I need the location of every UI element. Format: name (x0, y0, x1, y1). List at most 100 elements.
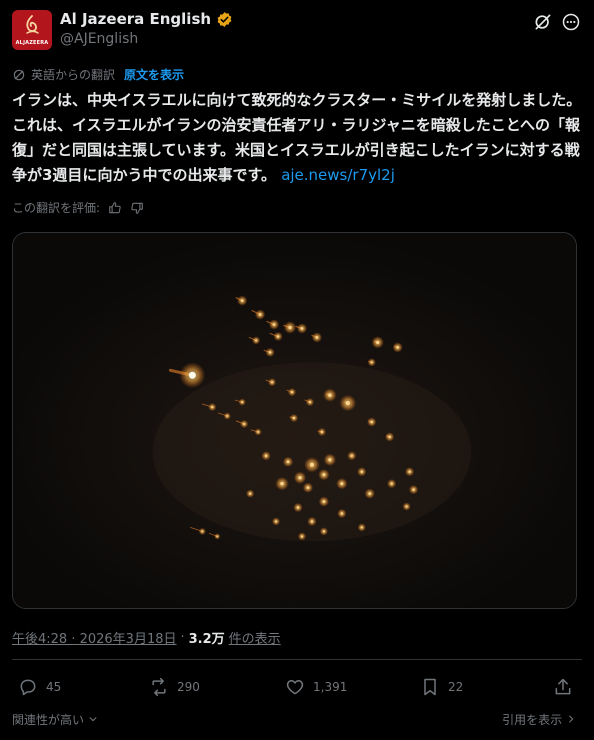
bookmark-count: 22 (448, 680, 464, 694)
chevron-down-icon (89, 717, 97, 722)
spark (296, 506, 300, 509)
spark (322, 500, 326, 503)
spark (396, 345, 400, 349)
avatar-logo-text: ALJAZEERA (15, 40, 49, 46)
spark (201, 530, 204, 533)
spark (320, 430, 324, 434)
spark (309, 462, 315, 467)
spark (370, 420, 373, 424)
divider (12, 659, 582, 660)
spark (243, 422, 246, 426)
avatar[interactable]: ALJAZEERA (12, 10, 52, 50)
bookmark-icon (424, 678, 436, 696)
tweet-link[interactable]: aje.news/r7yl2j (281, 166, 395, 184)
spark (298, 476, 302, 480)
reply-icon (20, 679, 36, 696)
views-count: 3.2万 (188, 632, 225, 647)
spark (345, 400, 351, 406)
spark (350, 454, 354, 458)
spark (322, 530, 326, 533)
al-jazeera-logo-icon (26, 15, 39, 34)
spark (257, 430, 260, 433)
share-icon (555, 678, 571, 695)
spark (405, 505, 408, 508)
spark (270, 381, 274, 384)
spark (272, 323, 276, 326)
reply-button[interactable]: 45 (18, 677, 61, 697)
tweet-timestamp[interactable]: 午後4:28 · 2026年3月18日 (12, 628, 177, 647)
tweet-meta: 午後4:28 · 2026年3月18日 · 3.2万 件の表示 (12, 628, 281, 647)
spark (360, 526, 363, 529)
spark (306, 486, 310, 490)
spark (255, 339, 258, 342)
spark (286, 460, 290, 464)
spark (188, 371, 196, 379)
spark (376, 340, 380, 345)
spark (274, 520, 278, 523)
relevance-label: 関連性が高い (12, 713, 85, 727)
tweet-media-image[interactable] (12, 232, 577, 609)
spark (280, 481, 284, 486)
repost-icon (152, 677, 166, 697)
rate-label: この翻訳を評価: (12, 201, 101, 215)
spark (308, 400, 312, 404)
author-name[interactable]: Al Jazeera English (60, 10, 233, 28)
spark (300, 535, 304, 538)
spark (412, 488, 415, 491)
spark (240, 299, 244, 303)
spark (241, 401, 244, 404)
reply-count: 45 (46, 680, 62, 694)
spark (226, 415, 229, 417)
spark (315, 336, 319, 339)
relevance-sort[interactable]: 関連性が高い (12, 711, 98, 728)
author-handle[interactable]: @AJEnglish (60, 31, 138, 47)
spark (264, 454, 268, 458)
quotes-label: 引用を表示 (502, 713, 563, 727)
meta-separator: · (180, 630, 185, 645)
translation-note: 英語からの翻訳 原文を表示 (12, 66, 184, 83)
bookmark-button[interactable]: 22 (420, 677, 463, 697)
spark (276, 335, 280, 338)
spark (322, 473, 326, 477)
repost-count: 290 (177, 680, 200, 694)
spark (360, 470, 364, 473)
spark (310, 520, 314, 523)
spark (388, 435, 391, 439)
missile-night-photo (13, 233, 576, 608)
like-count: 1,391 (313, 680, 348, 694)
spark (288, 325, 292, 330)
spark (292, 416, 296, 420)
spark (300, 327, 304, 330)
display-name-text: Al Jazeera English (60, 10, 212, 28)
spark (268, 351, 272, 354)
grok-icon[interactable] (533, 12, 553, 32)
spark (211, 405, 214, 409)
translation-note-text: 英語からの翻訳 (31, 68, 116, 82)
thumbs-down-icon[interactable] (130, 201, 144, 215)
spark (408, 470, 411, 473)
spark (340, 482, 344, 486)
view-quotes-link[interactable]: 引用を表示 (502, 711, 576, 728)
spark (390, 482, 393, 485)
spark (258, 313, 262, 316)
chevron-right-icon (569, 715, 574, 723)
more-icon[interactable] (561, 12, 581, 32)
tweet-text: イランは、中央イスラエルに向けて致死的なクラスター・ミサイルを発射しました。これ… (12, 88, 582, 188)
like-button[interactable]: 1,391 (285, 677, 347, 697)
spark (249, 492, 252, 495)
thumbs-up-icon[interactable] (108, 201, 122, 215)
spark (328, 458, 332, 462)
verified-badge-icon (217, 11, 232, 27)
spark (216, 535, 219, 538)
spark (328, 393, 332, 397)
spark (368, 492, 372, 496)
translate-icon (13, 69, 25, 80)
spark (340, 512, 344, 515)
share-button[interactable] (553, 677, 573, 697)
views-label[interactable]: 件の表示 (229, 628, 281, 647)
like-icon (286, 680, 304, 695)
spark (370, 361, 373, 364)
show-original-link[interactable]: 原文を表示 (124, 66, 184, 83)
rate-translation: この翻訳を評価: (12, 199, 144, 216)
repost-button[interactable]: 290 (149, 677, 200, 697)
